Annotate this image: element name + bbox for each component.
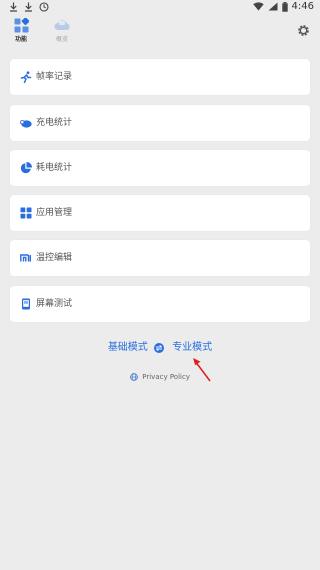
cloud-icon (54, 20, 70, 30)
pro-mode-button[interactable]: 专业模式 (172, 342, 212, 353)
gear-icon[interactable] (297, 24, 310, 37)
menu-item-label: 温控编辑 (36, 253, 73, 263)
menu-item-fps-record[interactable]: 帧率记录 (10, 59, 310, 95)
download-icon (25, 2, 32, 12)
notification-icons (9, 2, 49, 12)
running-icon (20, 71, 32, 83)
status-bar: 4:46 (0, 0, 320, 16)
menu-item-label: 帧率记录 (36, 72, 73, 82)
tab-overview-label: 概览 (55, 36, 68, 43)
grid-icon (14, 18, 29, 33)
signal-icon (268, 2, 278, 11)
tab-functions[interactable]: 功能 (8, 18, 34, 43)
clock-icon (39, 2, 49, 12)
mode-switch-row: 基础模式 专业模式 (0, 340, 320, 357)
menu-item-power-consumption[interactable]: 耗电统计 (10, 150, 310, 186)
clock-time: 4:46 (291, 1, 314, 12)
swap-icon[interactable] (154, 343, 164, 353)
globe-icon (130, 373, 138, 381)
top-tabs: 功能 概览 (0, 18, 320, 50)
menu-item-label: 应用管理 (36, 208, 73, 218)
menu-item-app-management[interactable]: 应用管理 (10, 195, 310, 231)
phone-screen-icon (22, 298, 30, 310)
pie-chart-icon (20, 162, 32, 174)
apps-grid-icon (20, 207, 32, 219)
system-status: 4:46 (252, 1, 314, 12)
privacy-policy-label: Privacy Policy (142, 373, 190, 381)
menu-item-screen-test[interactable]: 屏幕测试 (10, 286, 310, 322)
menu-item-charging-stats[interactable]: 充电统计 (10, 105, 310, 141)
wifi-icon (252, 2, 264, 11)
basic-mode-button[interactable]: 基础模式 (108, 342, 148, 353)
privacy-policy-link[interactable]: Privacy Policy (0, 371, 320, 383)
download-icon (10, 2, 17, 12)
menu-item-thermal-edit[interactable]: 温控编辑 (10, 240, 310, 276)
tab-functions-label: 功能 (14, 36, 27, 43)
menu-item-label: 充电统计 (36, 118, 73, 128)
mi-icon (20, 254, 31, 262)
menu-item-label: 耗电统计 (36, 163, 73, 173)
menu-item-label: 屏幕测试 (36, 299, 73, 309)
battery-icon (281, 1, 288, 12)
battery-cloud-icon (20, 120, 32, 128)
tab-overview[interactable]: 概览 (49, 18, 75, 43)
